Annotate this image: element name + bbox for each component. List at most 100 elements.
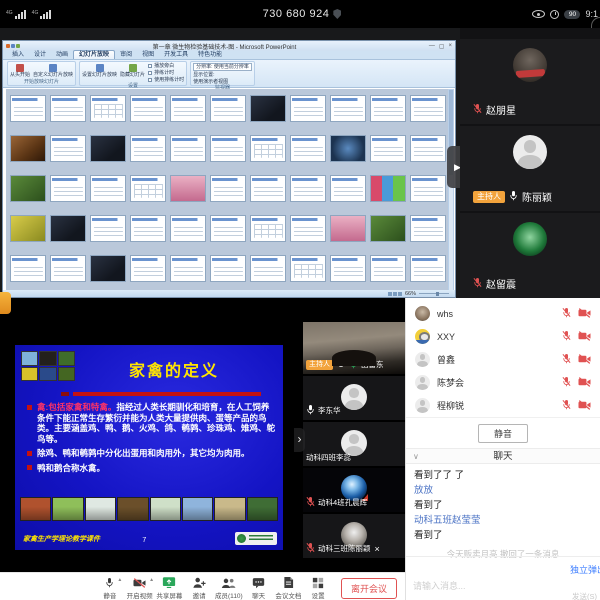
slide-thumbnail-8[interactable] bbox=[290, 95, 326, 122]
slide-thumbnail-24[interactable] bbox=[50, 175, 86, 202]
slide-thumbnail-15[interactable] bbox=[130, 135, 166, 162]
ppt-tab-5[interactable]: 审阅 bbox=[115, 51, 137, 59]
slide-thumbnail-23[interactable] bbox=[10, 175, 46, 202]
slide-thumbnail-9[interactable] bbox=[330, 95, 366, 122]
ppt-tab-4[interactable]: 幻灯片放映 bbox=[73, 50, 115, 59]
ppt-tab-7[interactable]: 开发工具 bbox=[159, 51, 193, 59]
slide-thumbnail-46[interactable] bbox=[50, 255, 86, 282]
slide-thumbnail-43[interactable] bbox=[370, 215, 406, 242]
slide-thumbnail-10[interactable] bbox=[370, 95, 406, 122]
slide-thumbnail-27[interactable] bbox=[170, 175, 206, 202]
slide-thumbnail-34[interactable] bbox=[10, 215, 46, 242]
send-button[interactable]: 发送(S) bbox=[572, 591, 597, 600]
slide-thumbnail-6[interactable] bbox=[210, 95, 246, 122]
member-row-3[interactable]: 曾鑫 bbox=[406, 348, 600, 371]
slide-thumbnail-30[interactable] bbox=[290, 175, 326, 202]
member-row-5[interactable]: 程柳锐 bbox=[406, 394, 600, 417]
slide-thumbnail-32[interactable] bbox=[370, 175, 406, 202]
ribbon-option[interactable]: 显示位置: bbox=[193, 72, 252, 78]
slide-thumbnail-49[interactable] bbox=[170, 255, 206, 282]
slide-thumbnail-33[interactable] bbox=[410, 175, 446, 202]
caret-up-icon[interactable]: ▲ bbox=[117, 577, 122, 583]
slide-thumbnail-5[interactable] bbox=[170, 95, 206, 122]
window-controls[interactable]: — ▢× bbox=[429, 43, 452, 50]
strip-tile-3[interactable]: 赵留震 bbox=[460, 213, 600, 298]
slide-thumbnail-36[interactable] bbox=[90, 215, 126, 242]
member-row-1[interactable]: whs bbox=[406, 302, 600, 325]
ppt-scrollbar[interactable] bbox=[448, 89, 454, 292]
slide-thumbnail-3[interactable] bbox=[90, 95, 126, 122]
slide-thumbnail-19[interactable] bbox=[290, 135, 326, 162]
ppt-tab-6[interactable]: 视图 bbox=[137, 51, 159, 59]
slide-thumbnail-4[interactable] bbox=[130, 95, 166, 122]
mute-button[interactable]: 静音 bbox=[478, 424, 528, 443]
window-minimize-button[interactable]: — bbox=[429, 43, 435, 50]
slide-thumbnail-29[interactable] bbox=[250, 175, 286, 202]
slide-thumbnail-14[interactable] bbox=[90, 135, 126, 162]
strip-tile-2[interactable]: 主持人陈丽颖 bbox=[460, 126, 600, 211]
member-row-2[interactable]: XXY bbox=[406, 325, 600, 348]
window-close-button[interactable]: × bbox=[448, 43, 452, 50]
popout-chat-link[interactable]: 独立弹出 bbox=[570, 563, 600, 576]
slide-thumbnail-42[interactable] bbox=[330, 215, 366, 242]
window-maximize-button[interactable]: ▢ bbox=[439, 43, 445, 50]
ribbon-checkbox[interactable]: 播放旁白 bbox=[148, 63, 184, 69]
ribbon-button[interactable]: 自定义幻灯片放映 bbox=[33, 63, 73, 78]
ribbon-button[interactable]: 隐藏幻灯片 bbox=[120, 63, 145, 78]
settings-button[interactable]: 设置 bbox=[303, 576, 333, 600]
collapse-chat-icon[interactable]: ∨ bbox=[413, 449, 419, 465]
slide-thumbnail-40[interactable] bbox=[250, 215, 286, 242]
video-tile-3[interactable]: 动科四班李蕊 bbox=[303, 422, 405, 466]
video-tile-1[interactable]: 主持人田雷东 bbox=[303, 322, 405, 374]
ribbon-button[interactable]: 设置幻灯片放映 bbox=[82, 63, 117, 78]
slide-thumbnail-51[interactable] bbox=[250, 255, 286, 282]
slide-thumbnail-21[interactable] bbox=[370, 135, 406, 162]
slide-thumbnail-12[interactable] bbox=[10, 135, 46, 162]
slide-thumbnail-41[interactable] bbox=[290, 215, 326, 242]
slide-thumbnail-17[interactable] bbox=[210, 135, 246, 162]
camera-button[interactable]: ▲开启视频 bbox=[125, 576, 155, 600]
slide-thumbnail-47[interactable] bbox=[90, 255, 126, 282]
zoom-slider[interactable] bbox=[419, 293, 449, 294]
video-tile-5[interactable]: 动科三班陈丽颖× bbox=[303, 514, 405, 558]
invite-button[interactable]: 邀请 bbox=[184, 576, 214, 600]
slide-thumbnail-11[interactable] bbox=[410, 95, 446, 122]
slide-thumbnail-7[interactable] bbox=[250, 95, 286, 122]
slide-thumbnail-53[interactable] bbox=[330, 255, 366, 282]
slide-thumbnail-31[interactable] bbox=[330, 175, 366, 202]
expand-tiles-button[interactable]: › bbox=[294, 428, 305, 452]
video-tile-4[interactable]: 动科4班孔晨辉 bbox=[303, 468, 405, 512]
leave-meeting-button[interactable]: 离开会议 bbox=[341, 578, 397, 599]
slide-thumbnail-39[interactable] bbox=[210, 215, 246, 242]
slide-thumbnail-37[interactable] bbox=[130, 215, 166, 242]
ppt-tab-2[interactable]: 设计 bbox=[29, 51, 51, 59]
chat-input[interactable]: 请输入消息... bbox=[413, 579, 570, 592]
mute-button[interactable]: ▲静音 bbox=[95, 576, 125, 600]
slide-thumbnail-13[interactable] bbox=[50, 135, 86, 162]
slide-thumbnail-18[interactable] bbox=[250, 135, 286, 162]
ribbon-option[interactable]: 分辨率: 使用当前分辨率 bbox=[193, 63, 252, 71]
slide-thumbnail-28[interactable] bbox=[210, 175, 246, 202]
close-icon[interactable]: × bbox=[375, 544, 380, 554]
slide-thumbnail-52[interactable] bbox=[290, 255, 326, 282]
strip-tile-1[interactable]: 赵朋星 bbox=[460, 39, 600, 124]
chat-button[interactable]: 聊天 bbox=[244, 576, 274, 600]
video-tile-2[interactable]: 李东华 bbox=[303, 376, 405, 420]
slide-thumbnail-2[interactable] bbox=[50, 95, 86, 122]
slide-thumbnail-54[interactable] bbox=[370, 255, 406, 282]
slide-thumbnail-44[interactable] bbox=[410, 215, 446, 242]
slide-thumbnail-45[interactable] bbox=[10, 255, 46, 282]
view-buttons[interactable] bbox=[388, 292, 402, 296]
slide-thumbnail-16[interactable] bbox=[170, 135, 206, 162]
slide-thumbnail-48[interactable] bbox=[130, 255, 166, 282]
ribbon-button[interactable]: 从头开始 bbox=[10, 63, 30, 78]
ppt-tab-8[interactable]: 特色功能 bbox=[193, 51, 227, 59]
docs-button[interactable]: 会议文档 bbox=[274, 576, 304, 600]
slide-thumbnail-22[interactable] bbox=[410, 135, 446, 162]
slide-thumbnail-25[interactable] bbox=[90, 175, 126, 202]
member-row-4[interactable]: 陈梦会 bbox=[406, 371, 600, 394]
quick-access-toolbar[interactable] bbox=[6, 44, 20, 48]
slide-thumbnail-38[interactable] bbox=[170, 215, 206, 242]
caret-up-icon[interactable]: ▲ bbox=[149, 577, 154, 583]
slide-thumbnail-55[interactable] bbox=[410, 255, 446, 282]
